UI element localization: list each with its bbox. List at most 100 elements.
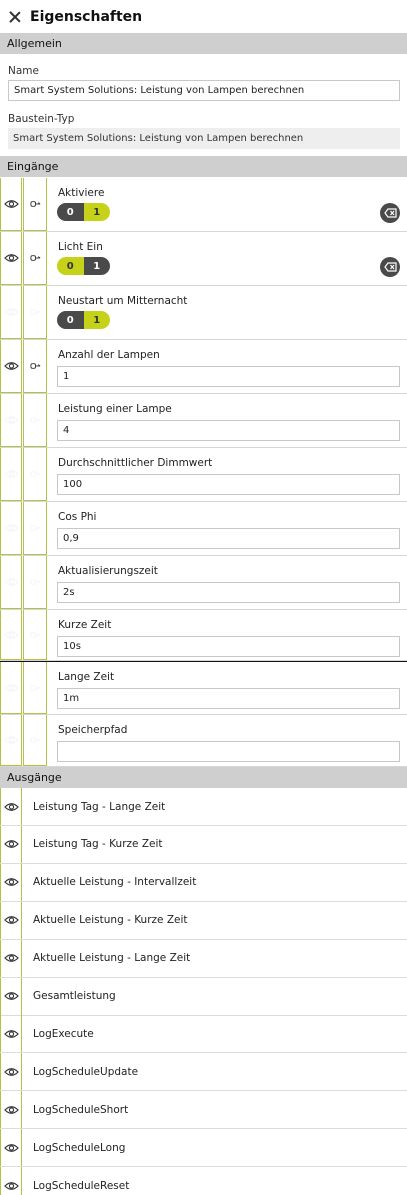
eye-icon [3,307,19,317]
visibility-toggle[interactable] [0,788,22,825]
binary-toggle[interactable]: 01 [57,203,110,221]
visibility-toggle[interactable] [0,1129,22,1167]
value-input[interactable] [57,741,400,762]
input-connector[interactable] [23,448,47,501]
toggle-option-0[interactable]: 0 [57,311,84,329]
input-body: Cos Phi 0,9 [57,502,400,555]
plug-icon [29,631,41,639]
visibility-toggle[interactable] [0,448,22,501]
output-label: LogScheduleShort [33,1103,129,1116]
visibility-toggle[interactable] [0,1167,22,1195]
input-connector[interactable] [23,340,47,393]
output-label: LogExecute [33,1027,94,1040]
input-connector[interactable] [23,286,47,339]
value-input[interactable]: 10s [57,636,400,657]
visibility-toggle[interactable] [0,610,22,660]
input-label: Lange Zeit [58,671,115,683]
type-value: Smart System Solutions: Leistung von Lam… [8,128,400,149]
input-connector[interactable] [23,715,47,766]
output-row[interactable]: LogScheduleLong [0,1129,407,1168]
input-label: Aktiviere [58,187,105,199]
input-label: Neustart um Mitternacht [58,295,188,307]
input-connector[interactable] [23,662,47,714]
value-input[interactable]: 100 [57,474,400,495]
input-row: Aktiviere 0 1 [0,178,407,232]
output-row[interactable]: LogScheduleReset [0,1167,407,1195]
section-allgemein[interactable]: Allgemein [0,33,407,54]
input-connector[interactable] [23,232,47,285]
eye-icon [3,361,19,371]
clear-value-icon[interactable] [380,257,400,277]
visibility-toggle[interactable] [0,901,22,939]
plug-icon [29,524,41,532]
panel-title: Eigenschaften [30,8,143,25]
visibility-toggle[interactable] [0,1015,22,1053]
visibility-toggle[interactable] [0,178,22,231]
value-input[interactable]: 0,9 [57,528,400,549]
clear-value-icon[interactable] [380,203,400,223]
output-row[interactable]: Leistung Tag - Lange Zeit [0,788,407,826]
visibility-toggle[interactable] [0,286,22,339]
panel-header: Eigenschaften [0,0,407,33]
input-connector[interactable] [23,610,47,660]
visibility-toggle[interactable] [0,825,22,863]
value-input[interactable]: 4 [57,420,400,441]
visibility-toggle[interactable] [0,502,22,555]
section-eingaenge[interactable]: Eingänge [0,156,407,177]
input-body: Leistung einer Lampe 4 [57,394,400,447]
toggle-option-0[interactable]: 0 [57,257,84,275]
input-connector[interactable] [23,394,47,447]
output-label: Aktuelle Leistung - Lange Zeit [33,952,191,965]
input-row: Leistung einer Lampe 4 [0,394,407,448]
visibility-toggle[interactable] [0,340,22,393]
toggle-option-1[interactable]: 1 [83,203,110,221]
input-row: Aktualisierungszeit 2s [0,556,407,610]
input-row: Neustart um Mitternacht 0 1 [0,286,407,340]
plug-icon [29,578,41,586]
output-row[interactable]: Aktuelle Leistung - Intervallzeit [0,863,407,902]
section-ausgaenge[interactable]: Ausgänge [0,767,407,788]
input-label: Licht Ein [58,241,103,253]
close-icon[interactable] [8,10,22,24]
eye-icon [3,1105,19,1115]
visibility-toggle[interactable] [0,977,22,1015]
eye-icon [3,1181,19,1191]
toggle-option-1[interactable]: 1 [83,311,110,329]
input-connector[interactable] [23,502,47,555]
output-row[interactable]: LogExecute [0,1015,407,1054]
visibility-toggle[interactable] [0,1053,22,1091]
input-body: Aktualisierungszeit 2s [57,556,400,609]
name-input[interactable]: Smart System Solutions: Leistung von Lam… [8,80,400,101]
binary-toggle[interactable]: 01 [57,311,110,329]
output-row[interactable]: Leistung Tag - Kurze Zeit [0,825,407,864]
eye-icon [3,630,19,640]
value-input[interactable]: 1m [57,688,400,709]
visibility-toggle[interactable] [0,662,22,714]
output-row[interactable]: Aktuelle Leistung - Lange Zeit [0,939,407,978]
visibility-toggle[interactable] [0,556,22,609]
output-row[interactable]: Aktuelle Leistung - Kurze Zeit [0,901,407,940]
toggle-option-0[interactable]: 0 [57,203,84,221]
value-input[interactable]: 2s [57,582,400,603]
output-label: Aktuelle Leistung - Intervallzeit [33,876,197,889]
binary-toggle[interactable]: 01 [57,257,110,275]
input-body: Speicherpfad [57,715,400,766]
eye-icon [3,523,19,533]
visibility-toggle[interactable] [0,715,22,766]
visibility-toggle[interactable] [0,863,22,901]
visibility-toggle[interactable] [0,1091,22,1129]
input-label: Cos Phi [58,511,97,523]
toggle-option-1[interactable]: 1 [83,257,110,275]
output-row[interactable]: LogScheduleUpdate [0,1053,407,1092]
input-row: Anzahl der Lampen 1 [0,340,407,394]
input-connector[interactable] [23,178,47,231]
input-connector[interactable] [23,556,47,609]
value-input[interactable]: 1 [57,366,400,387]
visibility-toggle[interactable] [0,394,22,447]
output-label: LogScheduleReset [33,1179,130,1192]
visibility-toggle[interactable] [0,939,22,977]
output-row[interactable]: Gesamtleistung [0,977,407,1016]
output-row[interactable]: LogScheduleShort [0,1091,407,1130]
visibility-toggle[interactable] [0,232,22,285]
eye-icon [3,1143,19,1153]
